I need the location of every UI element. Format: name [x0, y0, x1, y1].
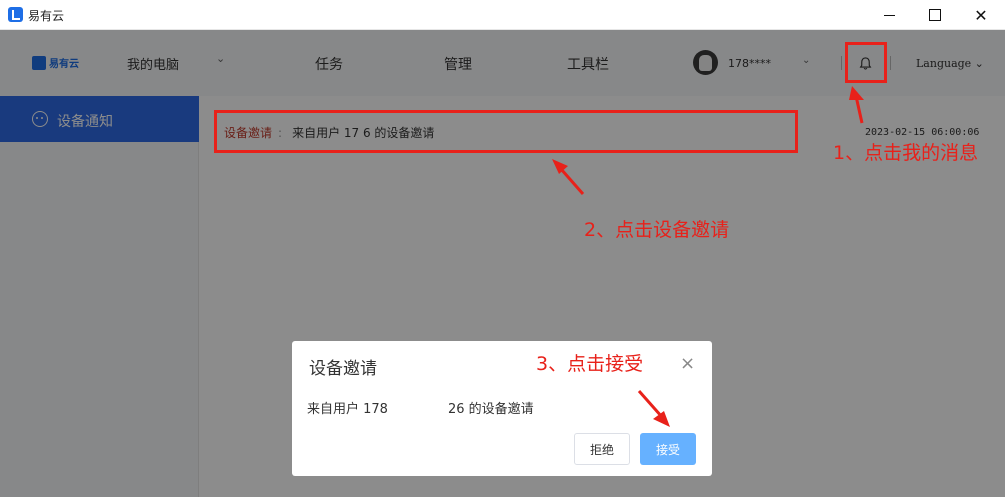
close-icon[interactable]: ×	[680, 353, 695, 374]
dialog-message: 来自用户 178 26 的设备邀请	[307, 398, 534, 417]
reject-button[interactable]: 拒绝	[574, 433, 630, 465]
app-logo-icon	[8, 7, 23, 22]
annotation-step3: 3、点击接受	[536, 353, 644, 375]
minimize-button[interactable]	[866, 0, 912, 30]
annotation-step1: 1、点击我的消息	[833, 142, 979, 164]
close-button[interactable]: ✕	[958, 0, 1004, 30]
maximize-button[interactable]	[912, 0, 958, 30]
annotation-box-notice	[214, 110, 798, 153]
dialog-title: 设备邀请	[309, 359, 377, 379]
redaction	[387, 402, 448, 417]
accept-button[interactable]: 接受	[640, 433, 696, 465]
annotation-box-bell	[845, 42, 887, 83]
title-bar: 易有云 ✕	[0, 0, 1005, 30]
invite-dialog: 设备邀请 × 来自用户 178 26 的设备邀请 拒绝 接受	[292, 341, 712, 476]
window-title: 易有云	[28, 9, 65, 23]
message-prefix: 来自用户 178	[307, 402, 388, 417]
message-suffix: 26 的设备邀请	[447, 402, 534, 417]
annotation-step2: 2、点击设备邀请	[584, 219, 730, 241]
